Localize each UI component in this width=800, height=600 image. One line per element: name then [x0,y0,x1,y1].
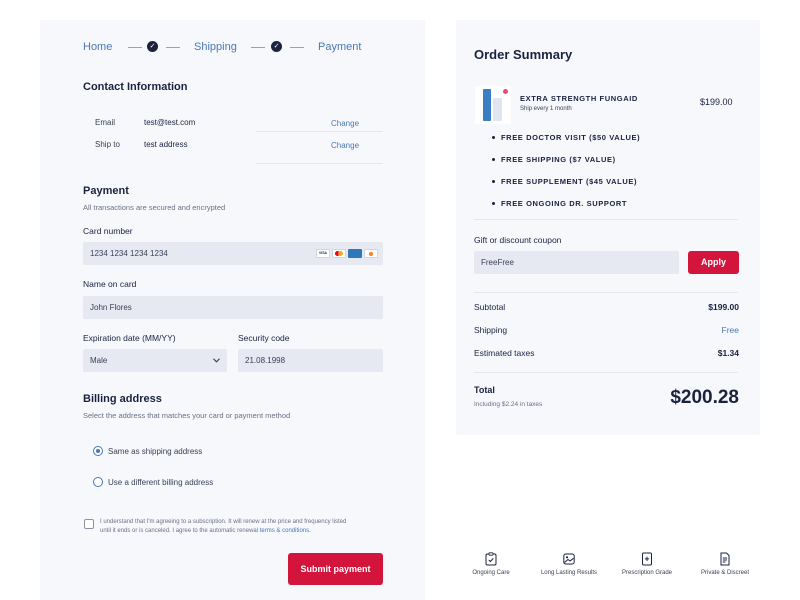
coupon-input[interactable]: FreeFree [474,251,679,274]
total-value: $200.28 [670,387,739,408]
feature-private-discreet: Private & Discreet [680,552,770,576]
step-home[interactable]: Home [83,41,112,53]
security-code-input[interactable]: 21.08.1998 [238,349,383,372]
security-code-value: 21.08.1998 [245,356,286,365]
shipping-value: Free [721,325,739,335]
divider [474,292,738,293]
bullet-icon [492,136,495,139]
change-address-link[interactable]: Change [331,141,359,150]
ship-to-value: test address [144,140,188,149]
check-icon: ✓ [271,41,282,52]
change-email-link[interactable]: Change [331,119,359,128]
step-divider [251,47,265,48]
divider [256,131,383,132]
step-divider [128,47,142,48]
name-on-card-label: Name on card [83,279,137,289]
submit-payment-button[interactable]: Submit payment [288,553,383,585]
amex-logo-icon [348,249,362,258]
step-shipping[interactable]: Shipping [194,41,237,53]
step-payment[interactable]: Payment [318,41,361,53]
expiration-label: Expiration date (MM/YY) [83,333,176,343]
subscription-consent-text: I understand that I'm agreeing to a subs… [100,519,347,534]
option-different-address-label[interactable]: Use a different billing address [108,478,213,487]
visa-logo-icon: VISA [316,249,330,258]
product-name: EXTRA STRENGTH FUNGAID [520,94,638,103]
name-on-card-input[interactable]: John Flores [83,296,383,319]
clipboard-icon [485,552,497,566]
chevron-down-icon [213,358,220,363]
bullet-icon [492,180,495,183]
payment-subtitle: All transactions are secured and encrypt… [83,203,226,212]
expiration-value: Male [90,356,108,365]
mastercard-logo-icon [332,249,346,258]
divider [256,163,383,164]
billing-title: Billing address [83,393,162,405]
estimated-taxes-label: Estimated taxes [474,348,535,358]
total-label: Total [474,385,495,395]
step-divider [166,47,180,48]
perk-item: FREE ONGOING DR. SUPPORT [501,199,628,208]
payment-title: Payment [83,185,129,197]
perk-item: FREE DOCTOR VISIT ($50 VALUE) [501,133,641,142]
document-icon [720,552,730,566]
feature-label: Private & Discreet [700,570,749,576]
divider [474,372,738,373]
email-label: Email [95,118,116,127]
name-on-card-value: John Flores [90,303,132,312]
image-icon [563,553,575,565]
terms-link[interactable]: terms & conditions. [260,528,311,534]
option-same-address-label[interactable]: Same as shipping address [108,447,202,456]
coupon-value: FreeFree [481,258,514,267]
email-value: test@test.com [144,118,196,127]
ship-to-label: Ship to [95,140,120,149]
step-divider [290,47,304,48]
feature-ongoing-care: Ongoing Care [446,552,536,576]
bullet-icon [492,158,495,161]
product-frequency: Ship every 1 month [520,106,572,112]
security-code-label: Security code [238,333,290,343]
card-number-label: Card number [83,226,133,236]
card-number-input[interactable]: 1234 1234 1234 1234 VISA [83,242,383,265]
perk-item: FREE SHIPPING ($7 VALUE) [501,155,616,164]
total-tax-note: Including $2.24 in taxes [474,401,543,408]
feature-long-lasting-results: Long Lasting Results [524,552,614,576]
feature-prescription-grade: Prescription Grade [602,552,692,576]
checkout-form-panel: Home ✓ Shipping ✓ Payment Contact Inform… [40,20,425,600]
product-image [475,86,511,124]
discover-logo-icon [364,249,378,258]
coupon-label: Gift or discount coupon [474,235,562,245]
order-summary-title: Order Summary [474,47,573,62]
billing-subtitle: Select the address that matches your car… [83,411,291,420]
apply-coupon-button[interactable]: Apply [688,251,739,274]
feature-label: Long Lasting Results [540,570,598,576]
expiration-select[interactable]: Male [83,349,227,372]
divider [474,219,738,220]
perk-item: FREE SUPPLEMENT ($45 VALUE) [501,177,638,186]
shipping-label: Shipping [474,325,508,335]
subscription-consent-checkbox[interactable] [84,519,94,529]
subtotal-label: Subtotal [474,302,506,312]
feature-label: Ongoing Care [472,570,510,576]
check-icon: ✓ [147,41,158,52]
order-summary-panel: Order Summary EXTRA STRENGTH FUNGAID Shi… [456,20,760,435]
product-price: $199.00 [700,97,733,107]
card-number-value: 1234 1234 1234 1234 [90,249,168,258]
feature-label: Prescription Grade [621,570,673,576]
radio-different-address[interactable] [93,477,103,487]
estimated-taxes-value: $1.34 [717,348,739,358]
radio-same-address[interactable] [93,446,103,456]
bullet-icon [492,202,495,205]
subtotal-value: $199.00 [708,302,739,312]
prescription-icon [642,552,652,566]
contact-title: Contact Information [83,81,188,93]
